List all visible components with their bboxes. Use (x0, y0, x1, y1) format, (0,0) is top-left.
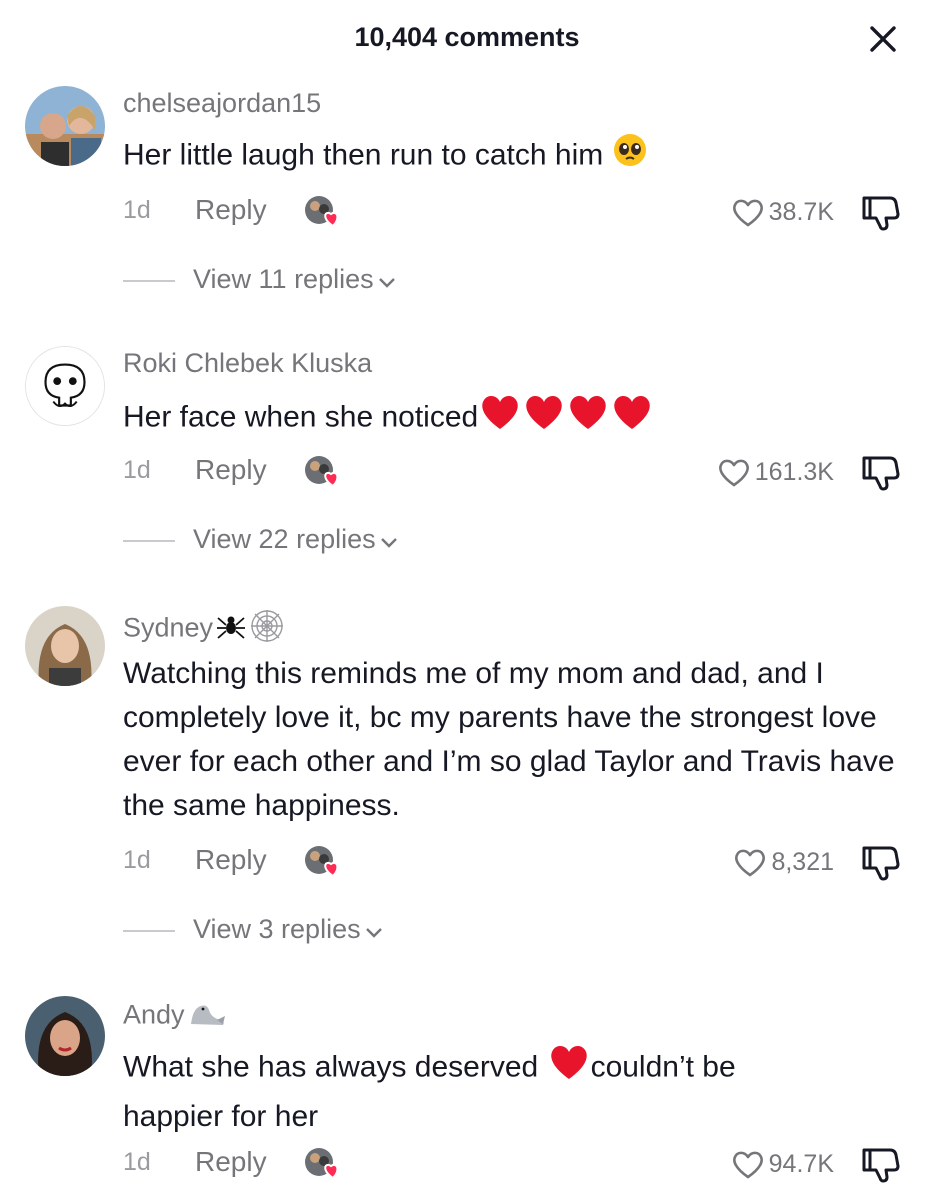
comment-age: 1d (123, 846, 151, 874)
comment-meta: 1d Reply 94.7K (0, 1144, 934, 1184)
dislike-icon[interactable] (860, 452, 904, 492)
comment-username[interactable]: Sydney (123, 608, 285, 651)
red-heart-icon (522, 392, 566, 445)
comment-text: What she has always deserved couldn’t be… (123, 1042, 843, 1139)
like-button[interactable]: 161.3K (717, 452, 834, 492)
close-icon[interactable] (868, 24, 898, 54)
like-count: 8,321 (771, 847, 834, 876)
heart-outline-icon (718, 459, 749, 487)
comment-text-content: Her face when she noticed (123, 400, 479, 434)
comments-sheet: 10,404 comments chelseajordan15 Her litt… (0, 0, 934, 1200)
chevron-down-icon (380, 525, 398, 556)
comment-age: 1d (123, 1148, 151, 1176)
view-replies-label: View 3 replies (193, 914, 383, 946)
comment-text-content: What she has always deserved (123, 1050, 539, 1084)
seal-icon (187, 998, 227, 1035)
comment-text: Watching this reminds me of my mom and d… (123, 657, 895, 822)
like-count: 94.7K (768, 1149, 834, 1178)
creator-liked-badge (303, 192, 345, 232)
view-replies-button[interactable]: View 11 replies (123, 260, 523, 300)
spider-icon (215, 610, 247, 649)
view-replies-button[interactable]: View 22 replies (123, 520, 523, 560)
pleading-face-icon (612, 132, 648, 181)
red-heart-icon (478, 392, 522, 445)
red-heart-icon (547, 1042, 591, 1095)
comment-item: chelseajordan15 Her little laugh then ru… (0, 86, 934, 306)
dislike-icon[interactable] (860, 842, 904, 882)
comment-username[interactable]: Roki Chlebek Kluska (123, 348, 372, 379)
avatar[interactable] (25, 86, 105, 166)
heart-outline-icon (732, 199, 763, 227)
chevron-down-icon (365, 915, 383, 946)
comment-meta: 1d Reply 161.3K (0, 452, 934, 492)
creator-liked-badge (303, 452, 345, 492)
reply-button[interactable]: Reply (195, 454, 267, 486)
reply-button[interactable]: Reply (195, 194, 267, 226)
comments-header: 10,404 comments (0, 0, 934, 80)
comment-text-content: Her little laugh then run to catch him (123, 138, 604, 172)
like-button[interactable]: 8,321 (733, 842, 834, 882)
view-replies-label: View 22 replies (193, 524, 398, 556)
chevron-down-icon (378, 265, 396, 296)
creator-liked-badge (303, 1144, 345, 1184)
view-replies-text: View 11 replies (193, 264, 374, 294)
heart-outline-icon (732, 1151, 763, 1179)
dislike-icon[interactable] (860, 192, 904, 232)
avatar[interactable] (25, 346, 105, 426)
comment-username[interactable]: chelseajordan15 (123, 88, 321, 119)
like-count: 161.3K (754, 457, 834, 486)
comment-text: Her little laugh then run to catch him (123, 132, 903, 181)
creator-liked-badge (303, 842, 345, 882)
replies-divider (123, 280, 175, 282)
dislike-icon[interactable] (860, 1144, 904, 1184)
like-count: 38.7K (768, 197, 834, 226)
red-heart-icon (610, 392, 654, 445)
replies-divider (123, 540, 175, 542)
comment-meta: 1d Reply 8,321 (0, 842, 934, 882)
replies-divider (123, 930, 175, 932)
comment-age: 1d (123, 456, 151, 484)
spider-web-icon (249, 608, 285, 651)
comments-count-title: 10,404 comments (354, 22, 580, 52)
comment-age: 1d (123, 196, 151, 224)
view-replies-text: View 22 replies (193, 524, 376, 554)
avatar[interactable] (25, 606, 105, 686)
view-replies-label: View 11 replies (193, 264, 396, 296)
comment-username[interactable]: Andy (123, 998, 227, 1035)
heart-outline-icon (735, 849, 766, 877)
red-heart-icon (566, 392, 610, 445)
comment-item: Sydney Watching this reminds me of my mo… (0, 606, 934, 956)
comment-meta: 1d Reply 38.7K (0, 192, 934, 232)
comment-text: Her face when she noticed (123, 392, 903, 445)
comment-item: Andy What she has always deserved couldn… (0, 996, 934, 1200)
reply-button[interactable]: Reply (195, 1146, 267, 1178)
avatar[interactable] (25, 996, 105, 1076)
username-text: Andy (123, 999, 185, 1030)
like-button[interactable]: 94.7K (731, 1144, 834, 1184)
view-replies-button[interactable]: View 3 replies (123, 910, 523, 950)
like-button[interactable]: 38.7K (731, 192, 834, 232)
username-text: Sydney (123, 612, 214, 643)
reply-button[interactable]: Reply (195, 844, 267, 876)
view-replies-text: View 3 replies (193, 914, 361, 944)
comment-item: Roki Chlebek Kluska Her face when she no… (0, 346, 934, 566)
